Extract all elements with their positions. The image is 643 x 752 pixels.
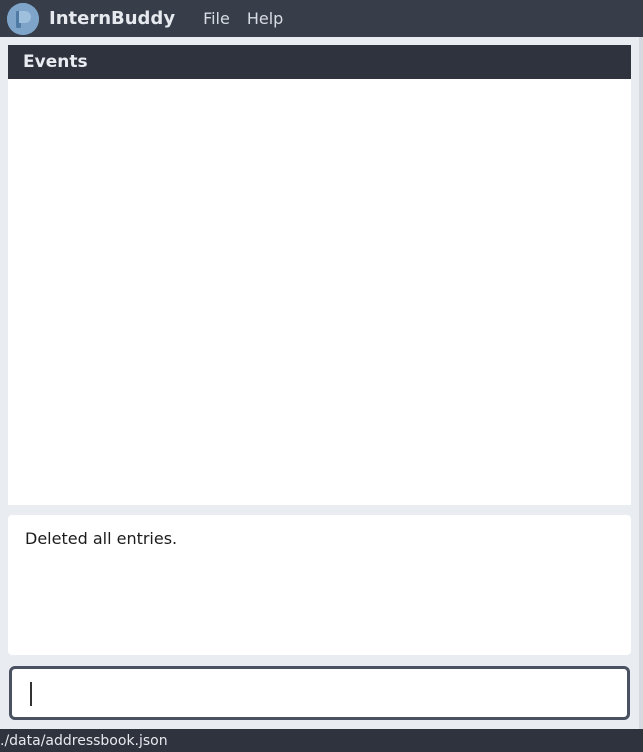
events-header: Events <box>8 45 631 79</box>
command-input[interactable] <box>9 666 630 720</box>
result-display: Deleted all entries. <box>8 515 631 655</box>
events-list[interactable] <box>8 79 631 505</box>
internbuddy-logo-icon <box>7 2 39 35</box>
save-location-path: ./data/addressbook.json <box>0 732 168 749</box>
events-panel: Events <box>8 45 631 505</box>
app-title: InternBuddy <box>49 8 176 29</box>
menu-file[interactable]: File <box>203 9 230 28</box>
scrollbar-track[interactable] <box>639 37 643 729</box>
menu-bar: InternBuddy File Help <box>0 0 643 37</box>
result-message: Deleted all entries. <box>25 529 178 548</box>
text-caret <box>30 682 32 706</box>
events-title: Events <box>23 52 88 72</box>
status-bar: ./data/addressbook.json <box>0 729 643 752</box>
menu-help[interactable]: Help <box>247 9 283 28</box>
